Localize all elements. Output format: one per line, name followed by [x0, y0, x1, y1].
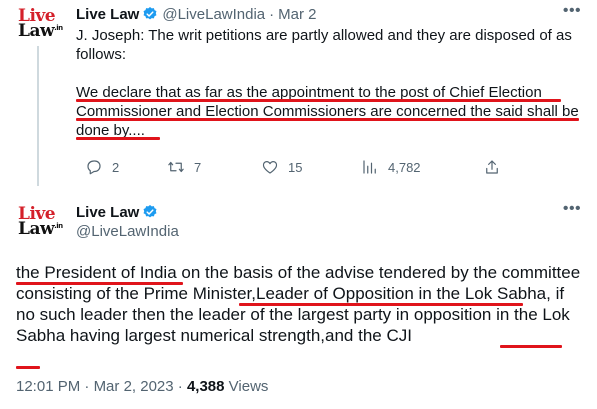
display-name[interactable]: Live Law: [76, 6, 139, 23]
tweet-meta: 12:01 PM · Mar 2, 2023 · 4,388 Views: [16, 378, 269, 395]
verified-badge-icon: [143, 7, 157, 20]
retweet-button[interactable]: 7: [167, 155, 201, 179]
underline-annotation: [500, 345, 562, 348]
views-count: 4,782: [388, 159, 421, 175]
share-button[interactable]: [483, 155, 501, 179]
retweet-count: 7: [194, 159, 202, 175]
separator: ·: [269, 5, 275, 23]
tweet-header: Live Law @LiveLawIndia · Mar 2: [76, 4, 557, 24]
like-count: 15: [288, 159, 303, 175]
tweet-paragraph: We declare that as far as the appointmen…: [76, 84, 579, 139]
underline-annotation: [76, 99, 561, 102]
share-icon: [486, 160, 498, 174]
verified-badge-icon: [143, 205, 157, 218]
more-options-icon[interactable]: •••: [562, 201, 582, 222]
heart-icon: [262, 161, 278, 174]
post-date[interactable]: Mar 2, 2023: [94, 378, 174, 395]
post-time[interactable]: 12:01 PM: [16, 378, 80, 395]
thread-line: [37, 46, 39, 186]
underline-annotation: [76, 118, 579, 121]
avatar-line2: Law.in: [18, 219, 63, 239]
underline-annotation: [16, 366, 40, 369]
avatar[interactable]: Live Law.in: [18, 8, 63, 46]
underline-annotation: [76, 137, 160, 140]
avatar-line2: Law.in: [18, 21, 63, 41]
reply-icon: [87, 160, 101, 175]
like-button[interactable]: 15: [261, 155, 302, 179]
tweet-header: Live Law @LiveLawIndia: [76, 202, 179, 241]
reply-count: 2: [112, 159, 120, 175]
retweet-icon: [168, 161, 184, 173]
handle[interactable]: @LiveLawIndia: [162, 6, 265, 23]
views-chart-icon: [363, 160, 376, 174]
timestamp[interactable]: Mar 2: [278, 6, 316, 23]
tweet-paragraph: J. Joseph: The writ petitions are partly…: [76, 27, 572, 63]
views-button[interactable]: 4,782: [361, 155, 421, 179]
avatar[interactable]: Live Law.in: [18, 206, 63, 244]
more-options-icon[interactable]: •••: [562, 3, 582, 24]
display-name[interactable]: Live Law: [76, 204, 139, 221]
handle[interactable]: @LiveLawIndia: [76, 223, 179, 240]
tweet-actions: 2 7 15 4,782: [85, 155, 505, 179]
views-count: 4,388: [186, 378, 225, 395]
underline-annotation: [239, 303, 523, 306]
reply-button[interactable]: 2: [85, 155, 119, 179]
views-label: Views: [228, 378, 269, 395]
tweet-text: J. Joseph: The writ petitions are partly…: [76, 26, 584, 140]
underline-annotation: [16, 282, 183, 285]
